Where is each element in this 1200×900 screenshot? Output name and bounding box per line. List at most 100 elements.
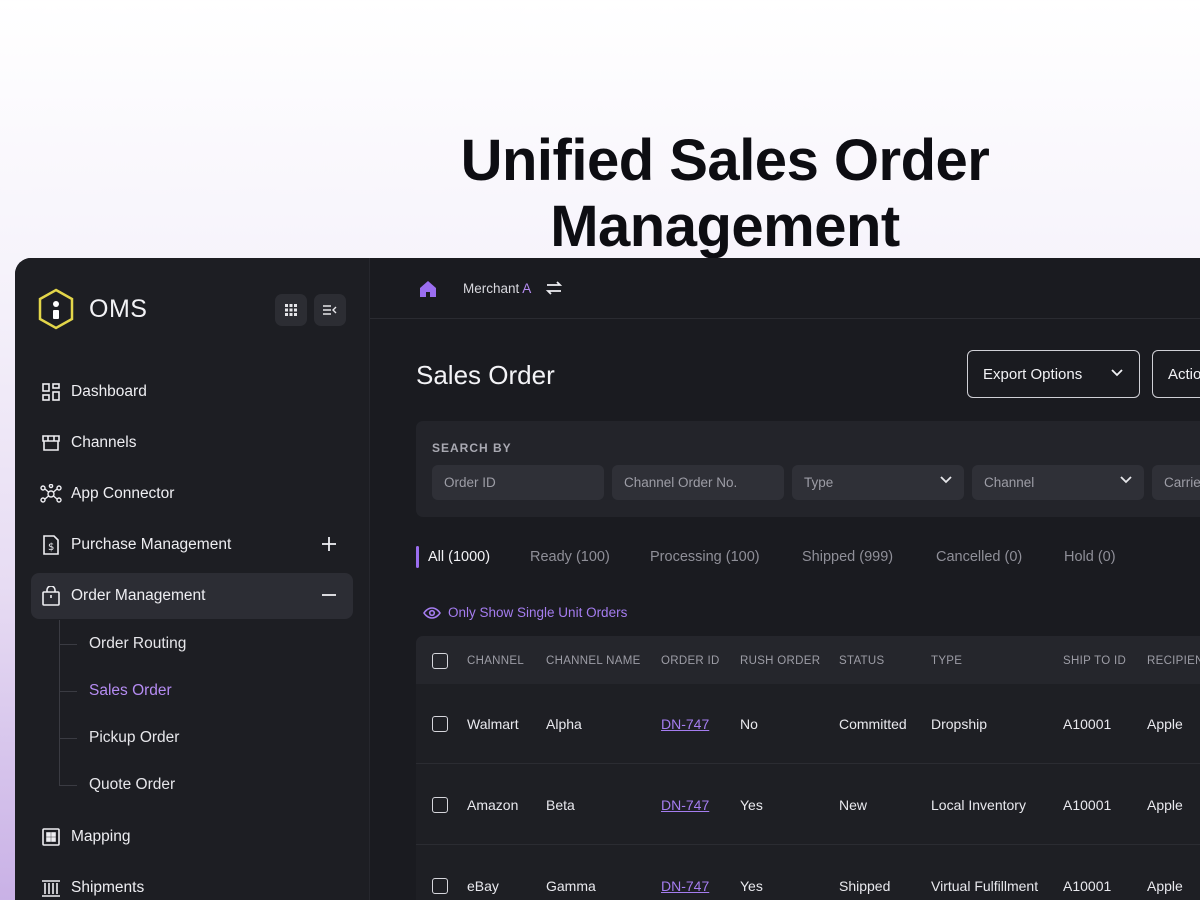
field-placeholder: Carrie — [1164, 475, 1200, 490]
tab-cancelled[interactable]: Cancelled (0) — [936, 549, 1022, 565]
cell-channel: Amazon — [467, 797, 519, 813]
export-options-button[interactable]: Export Options — [967, 350, 1140, 398]
cell-recipient: Apple — [1147, 878, 1183, 894]
sidebar-item-label: App Connector — [71, 485, 175, 502]
column-header[interactable]: SHIP TO ID — [1063, 655, 1126, 667]
tab-hold[interactable]: Hold (0) — [1064, 549, 1116, 565]
plus-icon[interactable] — [319, 534, 339, 554]
active-tab-indicator — [416, 546, 419, 568]
cell-type: Dropship — [931, 716, 988, 732]
grid-icon — [285, 304, 297, 316]
field-placeholder: Channel — [984, 475, 1035, 490]
sidebar: OMS Dashboard Channels App Connector $ P… — [15, 258, 370, 900]
shopping-bag-icon — [40, 585, 62, 607]
page-title: Sales Order — [416, 360, 555, 390]
merchant-selector[interactable]: Merchant A — [463, 281, 531, 296]
sidebar-item-channels[interactable]: Channels — [31, 420, 353, 466]
merchant-label: Merchant — [463, 281, 523, 296]
sidebar-item-label: Dashboard — [71, 383, 147, 400]
cell-channel-name: Gamma — [546, 878, 596, 894]
row-checkbox[interactable] — [432, 878, 448, 894]
tree-connector — [59, 644, 77, 645]
network-icon — [40, 483, 62, 505]
table-row[interactable]: Amazon Beta DN-747 Yes New Local Invento… — [416, 765, 1200, 845]
collapse-menu-icon — [323, 305, 337, 315]
sidebar-subitem-pickup-order[interactable]: Pickup Order — [89, 729, 179, 747]
carrier-select[interactable]: Carrie — [1152, 465, 1200, 500]
column-header[interactable]: CHANNEL — [467, 655, 524, 667]
cell-ship-to-id: A10001 — [1063, 878, 1112, 894]
tab-processing[interactable]: Processing (100) — [650, 549, 760, 565]
brand: OMS — [37, 288, 147, 330]
sidebar-item-label: Mapping — [71, 828, 131, 845]
sidebar-subitem-order-routing[interactable]: Order Routing — [89, 635, 186, 653]
cell-channel: eBay — [467, 878, 499, 894]
cell-ship-to-id: A10001 — [1063, 716, 1112, 732]
field-placeholder: Channel Order No. — [624, 475, 738, 490]
row-checkbox[interactable] — [432, 797, 448, 813]
sidebar-item-purchase-management[interactable]: $ Purchase Management — [31, 522, 353, 568]
sidebar-item-dashboard[interactable]: Dashboard — [31, 369, 353, 415]
actions-button[interactable]: Actio — [1152, 350, 1200, 398]
export-options-label: Export Options — [983, 365, 1083, 383]
grid-icon — [40, 826, 62, 848]
column-header[interactable]: RECIPIEN — [1147, 655, 1200, 667]
sidebar-item-app-connector[interactable]: App Connector — [31, 471, 353, 517]
dashboard-icon — [40, 381, 62, 403]
sidebar-subitem-quote-order[interactable]: Quote Order — [89, 776, 175, 794]
table-row[interactable]: eBay Gamma DN-747 Yes Shipped Virtual Fu… — [416, 846, 1200, 900]
chevron-down-icon — [1120, 476, 1132, 484]
tree-connector — [59, 785, 77, 786]
column-header[interactable]: STATUS — [839, 655, 884, 667]
field-placeholder: Order ID — [444, 475, 496, 490]
cell-rush-order: Yes — [740, 797, 763, 813]
select-all-checkbox[interactable] — [432, 653, 448, 669]
minus-icon[interactable] — [319, 585, 339, 605]
sidebar-item-shipments[interactable]: Shipments — [31, 865, 353, 900]
table-row[interactable]: Walmart Alpha DN-747 No Committed Dropsh… — [416, 684, 1200, 764]
table-header: CHANNEL CHANNEL NAME ORDER ID RUSH ORDER… — [416, 636, 1200, 684]
type-select[interactable]: Type — [792, 465, 964, 500]
channel-order-no-input[interactable]: Channel Order No. — [612, 465, 784, 500]
cell-channel: Walmart — [467, 716, 519, 732]
search-by-label: SEARCH BY — [432, 441, 512, 455]
search-panel: SEARCH BY Order ID Channel Order No. Typ… — [416, 421, 1200, 517]
field-placeholder: Type — [804, 475, 834, 490]
cell-type: Virtual Fulfillment — [931, 878, 1039, 894]
invoice-icon: $ — [40, 534, 62, 556]
column-header[interactable]: RUSH ORDER — [740, 655, 820, 667]
collapse-sidebar-button[interactable] — [314, 294, 346, 326]
cell-recipient: Apple — [1147, 716, 1183, 732]
apps-grid-button[interactable] — [275, 294, 307, 326]
switch-merchant-icon[interactable] — [544, 278, 564, 298]
brand-name: OMS — [89, 294, 148, 323]
sidebar-item-mapping[interactable]: Mapping — [31, 814, 353, 860]
home-icon[interactable] — [418, 279, 438, 299]
order-id-input[interactable]: Order ID — [432, 465, 604, 500]
eye-icon — [423, 606, 441, 619]
sidebar-item-order-management[interactable]: Order Management — [31, 573, 353, 619]
single-unit-orders-toggle[interactable]: Only Show Single Unit Orders — [423, 605, 627, 620]
cell-channel-name: Alpha — [546, 716, 582, 732]
column-header[interactable]: TYPE — [931, 655, 962, 667]
cell-order-id-link[interactable]: DN-747 — [661, 878, 709, 894]
channel-select[interactable]: Channel — [972, 465, 1144, 500]
orders-table: CHANNEL CHANNEL NAME ORDER ID RUSH ORDER… — [416, 636, 1200, 900]
cell-order-id-link[interactable]: DN-747 — [661, 716, 709, 732]
filter-toggle-label: Only Show Single Unit Orders — [448, 605, 628, 620]
column-header[interactable]: ORDER ID — [661, 655, 720, 667]
cell-channel-name: Beta — [546, 797, 575, 813]
tab-shipped[interactable]: Shipped (999) — [802, 549, 893, 565]
cell-status: Shipped — [839, 878, 891, 894]
hexagon-logo-icon — [38, 288, 74, 330]
cell-rush-order: No — [740, 716, 758, 732]
cell-status: New — [839, 797, 868, 813]
tab-all[interactable]: All (1000) — [428, 549, 490, 565]
sidebar-subitem-sales-order[interactable]: Sales Order — [89, 682, 172, 700]
tab-ready[interactable]: Ready (100) — [530, 549, 610, 565]
row-checkbox[interactable] — [432, 716, 448, 732]
column-header[interactable]: CHANNEL NAME — [546, 655, 641, 667]
cell-order-id-link[interactable]: DN-747 — [661, 797, 709, 813]
actions-label: Actio — [1168, 365, 1200, 383]
hero-title: Unified Sales Order Management — [460, 128, 990, 259]
